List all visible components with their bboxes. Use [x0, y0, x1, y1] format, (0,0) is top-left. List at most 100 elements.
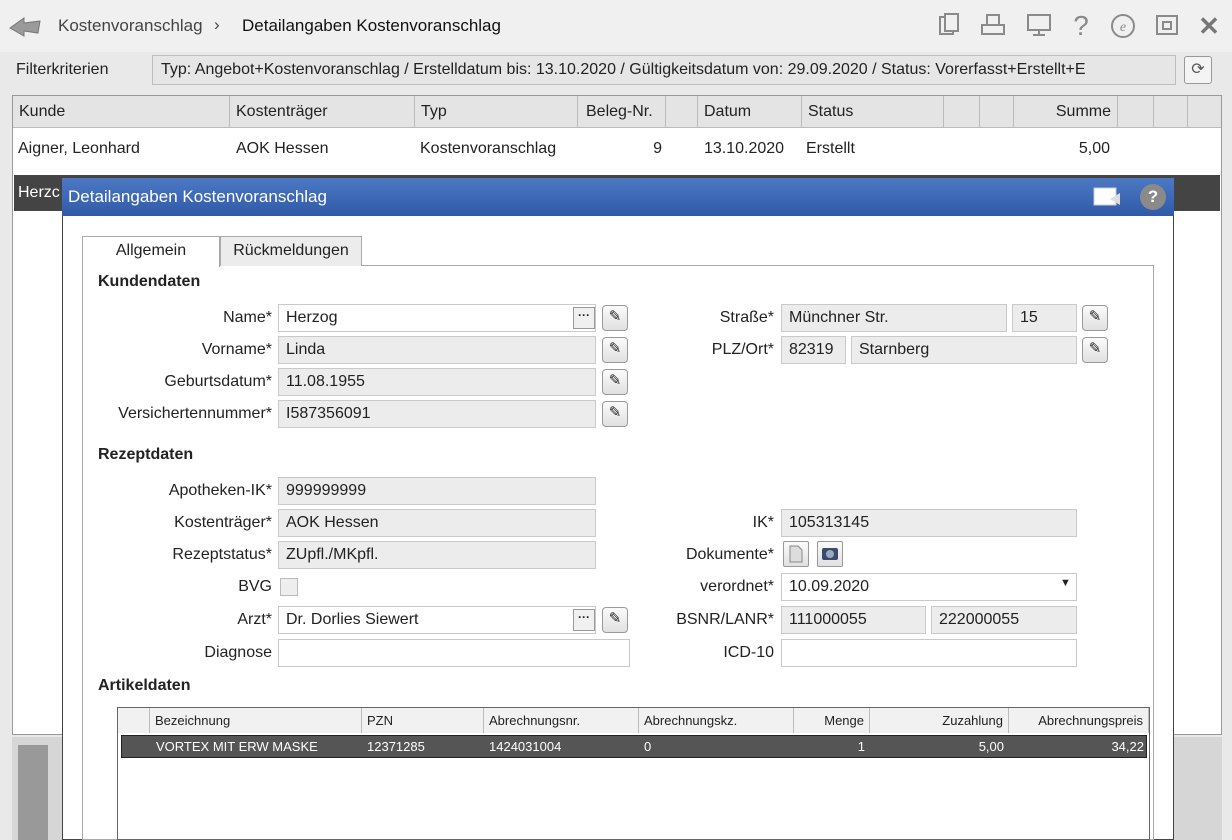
window-icon[interactable]	[1152, 12, 1182, 40]
arzt-lookup-button[interactable]: ···	[573, 609, 595, 631]
bvg-checkbox[interactable]	[280, 578, 298, 596]
strasse-edit-icon[interactable]: ✎	[1082, 305, 1108, 331]
vorname-label: Vorname*	[201, 341, 272, 358]
e-icon[interactable]: e	[1108, 12, 1138, 40]
help-icon[interactable]: ?	[1066, 12, 1096, 40]
copy-icon[interactable]	[934, 12, 964, 40]
article-bezeichnung: VORTEX MIT ERW MASKE	[156, 739, 318, 754]
breadcrumb-parent[interactable]: Kostenvoranschlag	[58, 16, 203, 36]
print-icon[interactable]	[978, 12, 1008, 40]
section-rezeptdaten: Rezeptdaten	[98, 446, 194, 463]
ik-label: IK*	[752, 514, 774, 531]
strasse-label: Straße*	[719, 309, 774, 326]
vorname-field[interactable]: Linda	[278, 336, 596, 364]
bsnr-lanr-label: BSNR/LANR*	[676, 611, 774, 628]
vorname-edit-icon[interactable]: ✎	[602, 337, 628, 363]
article-column-blank[interactable]	[118, 708, 150, 733]
chevron-down-icon[interactable]: ▼	[1060, 577, 1071, 589]
row-kunde: Aigner, Leonhard	[18, 140, 140, 157]
article-column-pzn[interactable]: PZN	[362, 708, 484, 733]
versichertennummer-field[interactable]: I587356091	[278, 400, 596, 428]
rezeptstatus-label: Rezeptstatus*	[172, 546, 272, 563]
row-status: Erstellt	[806, 140, 855, 157]
row-beleg-nr: 9	[653, 140, 662, 157]
plzort-label: PLZ/Ort*	[711, 341, 774, 358]
column-header-blank-2[interactable]	[944, 96, 980, 127]
dokumente-label: Dokumente*	[685, 546, 774, 563]
column-header-blank-4[interactable]	[1118, 96, 1154, 127]
scan-icon[interactable]	[817, 541, 843, 567]
name-field[interactable]: Herzog	[278, 304, 596, 332]
article-column-zuzahlung[interactable]: Zuzahlung	[870, 708, 1009, 733]
ort-field[interactable]: Starnberg	[851, 336, 1077, 364]
arzt-field[interactable]: Dr. Dorlies Siewert	[278, 606, 596, 634]
apotheken-ik-label: Apotheken-IK*	[168, 482, 272, 499]
article-column-abrechnungskz[interactable]: Abrechnungskz.	[639, 708, 794, 733]
column-header-typ[interactable]: Typ	[415, 96, 578, 127]
close-icon[interactable]: ✕	[1194, 12, 1224, 40]
bsnr-field[interactable]: 111000055	[781, 606, 926, 634]
article-zuzahlung: 5,00	[978, 739, 1004, 754]
column-header-summe[interactable]: Summe	[1014, 96, 1118, 127]
name-lookup-button[interactable]: ···	[573, 307, 595, 329]
strasse-field[interactable]: Münchner Str.	[781, 304, 1007, 332]
article-pzn: 12371285	[367, 739, 425, 754]
bottom-panel-handle[interactable]	[18, 745, 48, 840]
diagnose-field[interactable]	[278, 639, 630, 667]
row-summe: 5,00	[1078, 140, 1110, 157]
breadcrumb-separator: ›	[214, 15, 220, 34]
plzort-edit-icon[interactable]: ✎	[1082, 337, 1108, 363]
geburtsdatum-label: Geburtsdatum*	[164, 373, 272, 390]
ik-field[interactable]: 105313145	[781, 509, 1077, 537]
article-abrechnungsnr: 1424031004	[489, 739, 562, 754]
row-datum: 13.10.2020	[704, 140, 785, 157]
document-icon[interactable]	[783, 541, 809, 567]
filter-criteria-field[interactable]: Typ: Angebot+Kostenvoranschlag / Erstell…	[152, 55, 1176, 85]
apotheken-ik-field[interactable]: 999999999	[278, 477, 596, 505]
tab-rueckmeldungen[interactable]: Rückmeldungen	[220, 236, 362, 266]
column-header-blank-5[interactable]	[1154, 96, 1188, 127]
icd10-label: ICD-10	[723, 644, 774, 661]
column-header-datum[interactable]: Datum	[698, 96, 802, 127]
geburtsdatum-field[interactable]: 11.08.1955	[278, 368, 596, 396]
note-icon[interactable]	[1092, 185, 1122, 209]
selected-row-kunde: Herzc	[18, 184, 60, 201]
refresh-icon[interactable]: ⟳	[1184, 56, 1212, 84]
article-menge: 1	[857, 739, 865, 754]
column-header-blank-3[interactable]	[980, 96, 1014, 127]
bvg-label: BVG	[238, 578, 272, 595]
column-header-kunde[interactable]: Kunde	[13, 96, 230, 127]
rezeptstatus-field[interactable]: ZUpfl./MKpfl.	[278, 541, 596, 569]
geburtsdatum-edit-icon[interactable]: ✎	[602, 369, 628, 395]
column-header-beleg-nr[interactable]: Beleg-Nr.	[578, 96, 666, 127]
verordnet-date-field[interactable]: 10.09.2020	[781, 573, 1077, 601]
article-column-abrechnungsnr[interactable]: Abrechnungsnr.	[484, 708, 639, 733]
section-artikeldaten: Artikeldaten	[98, 677, 191, 694]
column-header-kostentraeger[interactable]: Kostenträger	[230, 96, 415, 127]
lanr-field[interactable]: 222000055	[931, 606, 1077, 634]
column-header-status[interactable]: Status	[802, 96, 944, 127]
diagnose-label: Diagnose	[204, 644, 272, 661]
article-column-bezeichnung[interactable]: Bezeichnung	[150, 708, 362, 733]
article-abrechnungspreis: 34,22	[1111, 739, 1144, 754]
kostentraeger-field[interactable]: AOK Hessen	[278, 509, 596, 537]
arzt-edit-icon[interactable]: ✎	[602, 607, 628, 633]
back-arrow-icon[interactable]	[8, 12, 42, 40]
name-label: Name*	[223, 309, 272, 326]
row-kostentraeger: AOK Hessen	[236, 140, 329, 157]
column-header-blank-1[interactable]	[666, 96, 698, 127]
article-column-abrechnungspreis[interactable]: Abrechnungspreis	[1009, 708, 1149, 733]
dialog-help-icon[interactable]: ?	[1140, 184, 1166, 210]
monitor-icon[interactable]	[1024, 12, 1054, 40]
versichertennummer-label: Versichertennummer*	[118, 405, 272, 422]
tab-allgemein[interactable]: Allgemein	[82, 236, 220, 267]
icd10-field[interactable]	[781, 639, 1077, 667]
versichertennummer-edit-icon[interactable]: ✎	[602, 401, 628, 427]
article-column-menge[interactable]: Menge	[794, 708, 870, 733]
section-kundendaten: Kundendaten	[98, 273, 201, 290]
breadcrumb-current: Detailangaben Kostenvoranschlag	[242, 16, 501, 35]
hausnummer-field[interactable]: 15	[1012, 304, 1077, 332]
plz-field[interactable]: 82319	[781, 336, 846, 364]
name-edit-icon[interactable]: ✎	[602, 305, 628, 331]
arzt-label: Arzt*	[237, 611, 272, 628]
